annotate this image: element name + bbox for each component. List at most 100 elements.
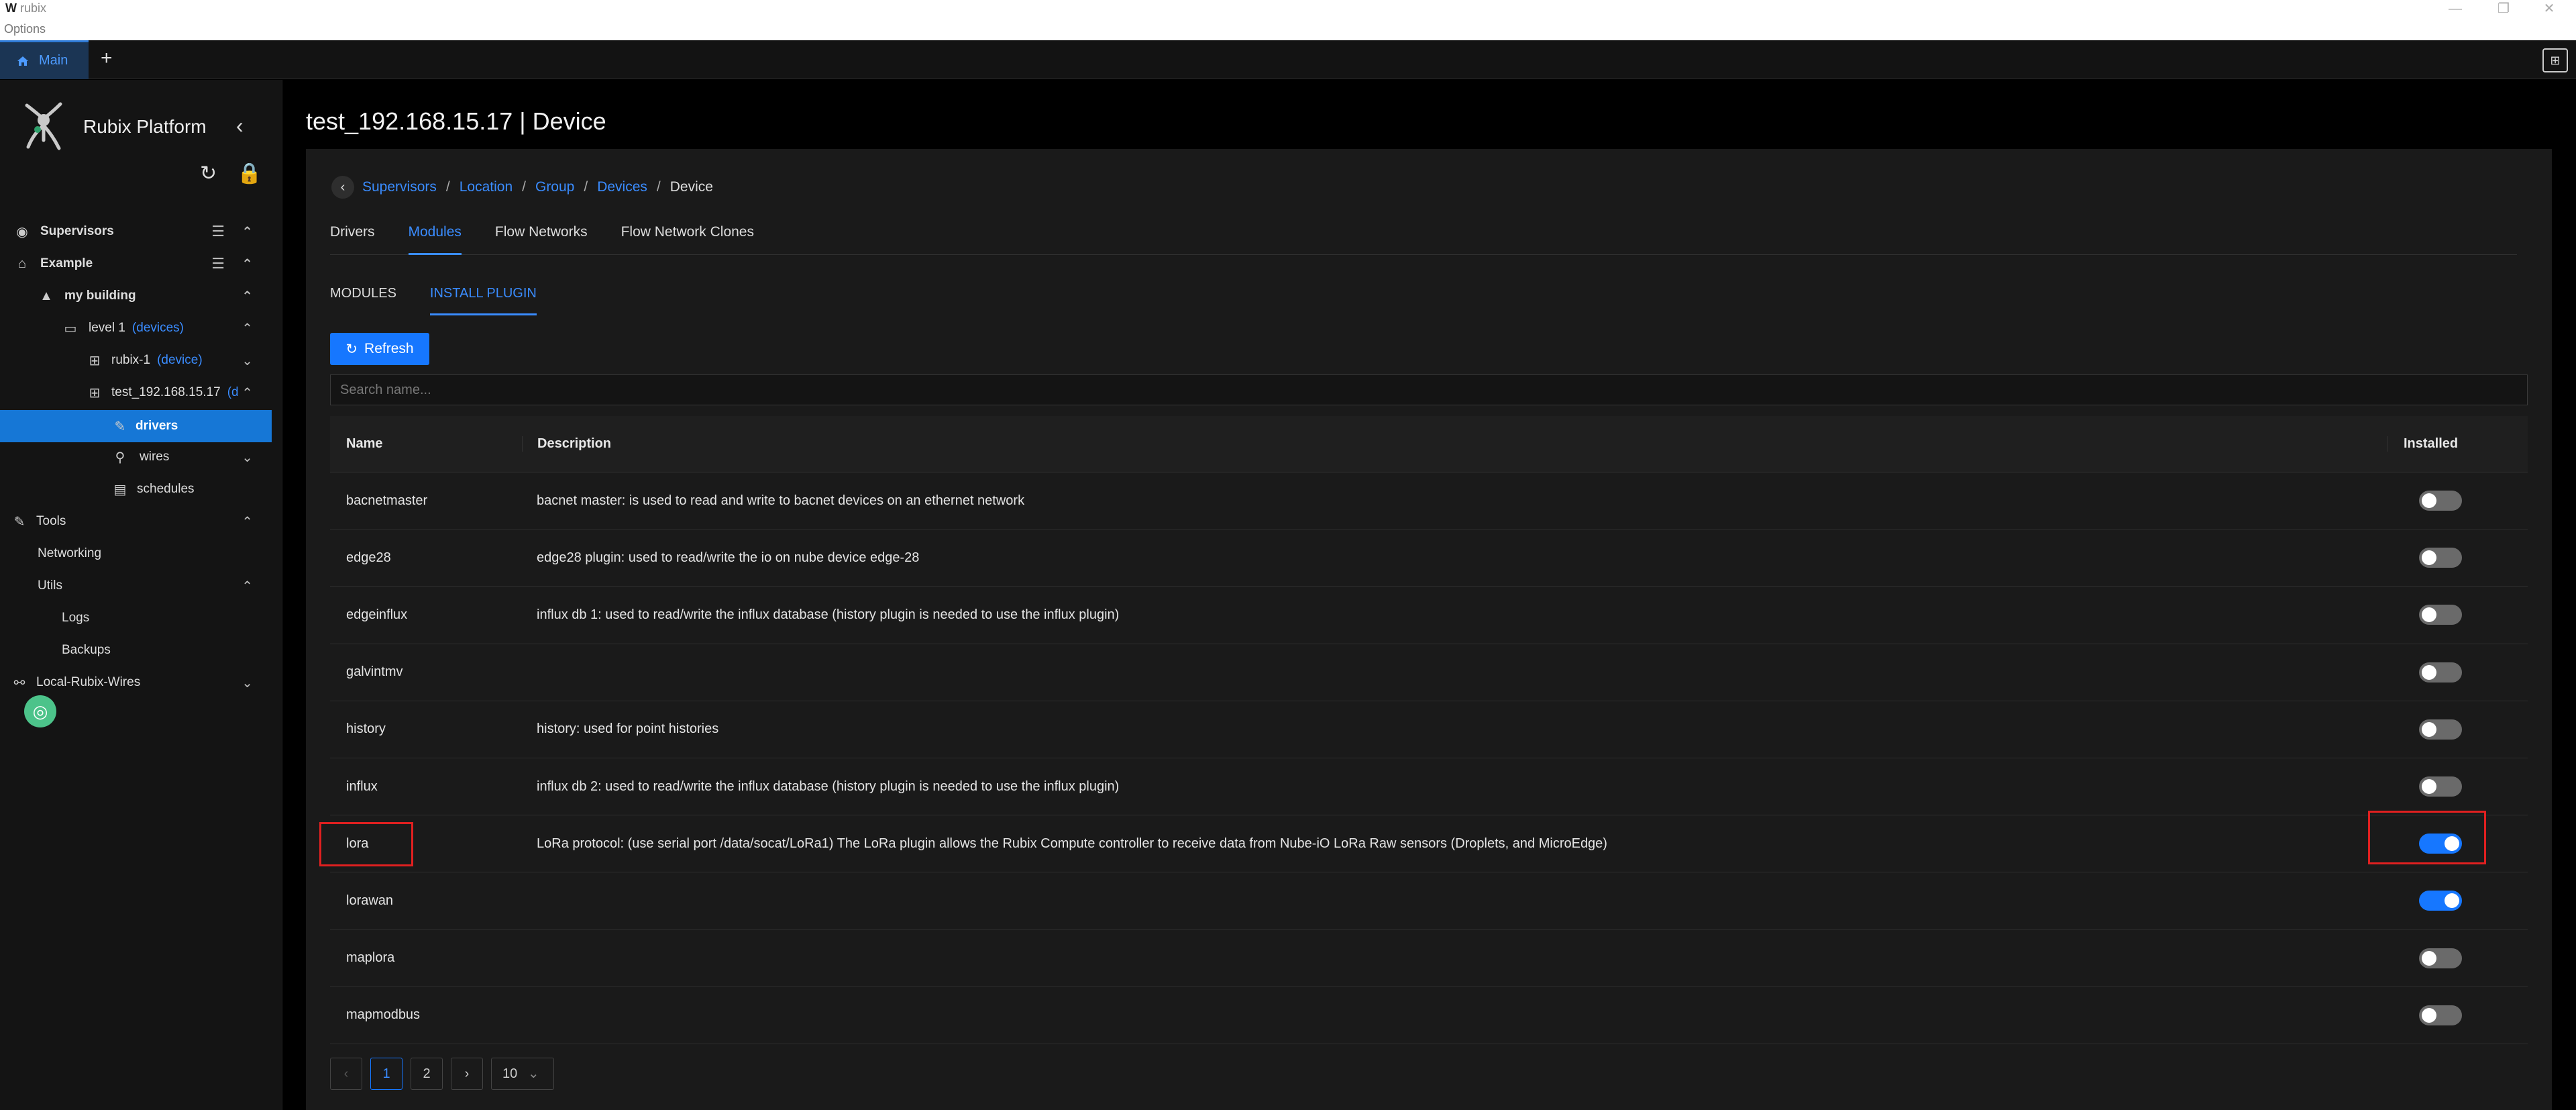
tree-item-backups[interactable]: Backups <box>0 634 272 666</box>
installed-cell <box>2387 948 2528 968</box>
home-icon <box>17 56 28 66</box>
layout-icon[interactable]: ⊞ <box>2542 48 2568 72</box>
app-name: rubix <box>20 1 47 15</box>
plugin-name: mapmodbus <box>346 1007 421 1023</box>
plugin-description: influx db 1: used to read/write the infl… <box>537 607 1120 622</box>
plugin-name: lorawan <box>346 893 394 908</box>
pagination-page-2[interactable]: 2 <box>411 1058 443 1090</box>
wrench-icon: ✎ <box>114 419 126 434</box>
tree-item-rubix-1[interactable]: ⊞ rubix-1 (device) ⌄ <box>0 344 272 376</box>
breadcrumb-location[interactable]: Location <box>460 179 513 195</box>
breadcrumb-separator: / <box>584 179 588 195</box>
tab-flow-network-clones[interactable]: Flow Network Clones <box>621 221 754 254</box>
brand-title: Rubix Platform <box>83 116 207 137</box>
highlight-box-lora-toggle <box>2368 811 2486 864</box>
breadcrumb: ‹ Supervisors / Location / Group / Devic… <box>331 176 713 199</box>
chevron-up-icon[interactable]: ⌃ <box>241 385 253 401</box>
installed-toggle[interactable] <box>2419 605 2462 625</box>
tab-modules-list[interactable]: MODULES <box>330 283 396 315</box>
chevron-up-icon[interactable]: ⌃ <box>241 288 253 305</box>
plugin-name: influx <box>346 778 378 794</box>
breadcrumb-group[interactable]: Group <box>535 179 574 195</box>
tree-item-wires[interactable]: ⚲ wires ⌄ <box>0 441 272 473</box>
chevron-up-icon[interactable]: ⌃ <box>241 256 253 272</box>
menu-icon[interactable]: ☰ <box>211 255 225 272</box>
plugin-description: influx db 2: used to read/write the infl… <box>537 778 1120 794</box>
tree-item-schedules[interactable]: ▤ schedules <box>0 473 272 505</box>
chevron-down-icon[interactable]: ⌄ <box>241 674 253 691</box>
refresh-icon: ↻ <box>345 341 358 357</box>
plugin-description: bacnet master: is used to read and write… <box>537 493 1025 508</box>
plugin-description: edge28 plugin: used to read/write the io… <box>537 550 920 565</box>
pagination-page-1[interactable]: 1 <box>370 1058 402 1090</box>
tree-item-my-building[interactable]: ▲ my building ⌃ <box>0 280 272 312</box>
chevron-down-icon[interactable]: ⌄ <box>241 449 253 466</box>
back-button[interactable]: ‹ <box>331 176 354 199</box>
app-logo-icon: W <box>5 1 17 15</box>
chevron-up-icon[interactable]: ⌃ <box>241 223 253 240</box>
plugin-name: history <box>346 721 386 737</box>
tab-modules[interactable]: Modules <box>408 221 462 255</box>
brand: Rubix Platform <box>20 100 207 154</box>
table-row: lorawan <box>330 872 2528 930</box>
pagination-prev-button[interactable]: ‹ <box>330 1058 362 1090</box>
tree-item-logs[interactable]: Logs <box>0 602 272 634</box>
refresh-button[interactable]: ↻ Refresh <box>330 333 429 365</box>
user-icon: ◎ <box>32 701 48 721</box>
menu-icon[interactable]: ☰ <box>211 223 225 240</box>
tree-item-test-device[interactable]: ⊞ test_192.168.15.17 (d ⌃ <box>0 376 272 409</box>
pagination-next-button[interactable]: › <box>451 1058 483 1090</box>
breadcrumb-separator: / <box>445 179 450 195</box>
window-titlebar: W rubix Options — ❐ ✕ <box>0 0 2576 40</box>
tab-drivers[interactable]: Drivers <box>330 221 375 254</box>
installed-toggle[interactable] <box>2419 948 2462 968</box>
installed-toggle[interactable] <box>2419 1005 2462 1025</box>
collapse-sidebar-button[interactable]: ‹ <box>236 113 244 138</box>
refresh-icon[interactable]: ↻ <box>200 162 217 185</box>
plugin-description: LoRa protocol: (use serial port /data/so… <box>537 836 1607 851</box>
chevron-down-icon[interactable]: ⌄ <box>241 352 253 369</box>
tree-item-networking[interactable]: Networking <box>0 538 272 570</box>
tree-item-drivers[interactable]: ✎ drivers <box>0 410 272 442</box>
table-row: history history: used for point histories <box>330 701 2528 758</box>
installed-cell <box>2387 776 2528 797</box>
installed-toggle[interactable] <box>2419 719 2462 740</box>
calendar-icon: ▤ <box>113 482 127 497</box>
breadcrumb-supervisors[interactable]: Supervisors <box>362 179 437 195</box>
tree-item-utils[interactable]: Utils ⌃ <box>0 570 272 602</box>
installed-toggle[interactable] <box>2419 662 2462 683</box>
tab-install-plugin[interactable]: INSTALL PLUGIN <box>429 283 537 315</box>
avatar[interactable]: ◎ <box>24 695 56 727</box>
installed-toggle[interactable] <box>2419 891 2462 911</box>
laptop-icon: ▭ <box>64 321 77 336</box>
plugin-table: Name Description Installed bacnetmaster b… <box>330 416 2528 1044</box>
minimize-icon[interactable]: — <box>2442 0 2469 19</box>
breadcrumb-devices[interactable]: Devices <box>597 179 647 195</box>
add-tab-button[interactable]: + <box>101 48 113 68</box>
tree-item-example[interactable]: ⌂ Example ☰ ⌃ <box>0 248 272 280</box>
tab-flow-networks[interactable]: Flow Networks <box>495 221 588 254</box>
chevron-up-icon[interactable]: ⌃ <box>241 578 253 595</box>
table-row: lora LoRa protocol: (use serial port /dat… <box>330 815 2528 873</box>
lock-icon[interactable]: 🔒 <box>237 162 262 185</box>
tab-main[interactable]: Main <box>0 40 89 79</box>
chevron-up-icon[interactable]: ⌃ <box>241 513 253 530</box>
table-row: edgeinflux influx db 1: used to read/writ… <box>330 587 2528 644</box>
refresh-label: Refresh <box>364 341 414 356</box>
installed-toggle[interactable] <box>2419 776 2462 797</box>
page-size-select[interactable]: 10 ⌄ <box>491 1058 554 1090</box>
installed-toggle[interactable] <box>2419 491 2462 511</box>
tree-item-tools[interactable]: ✎ Tools ⌃ <box>0 505 272 538</box>
close-icon[interactable]: ✕ <box>2536 0 2563 19</box>
tree-item-supervisors[interactable]: ◉ Supervisors ☰ ⌃ <box>0 215 272 248</box>
installed-toggle[interactable] <box>2419 548 2462 568</box>
plugin-name: edge28 <box>346 550 391 565</box>
maximize-icon[interactable]: ❐ <box>2490 0 2517 19</box>
tree-item-local-rubix-wires[interactable]: ⚯ Local-Rubix-Wires ⌄ <box>0 666 272 699</box>
menu-options[interactable]: Options <box>4 22 46 36</box>
tab-main-label: Main <box>39 53 68 68</box>
search-input[interactable] <box>330 374 2528 405</box>
chevron-up-icon[interactable]: ⌃ <box>241 320 253 337</box>
tree-item-level-1[interactable]: ▭ level 1 (devices) ⌃ <box>0 312 272 344</box>
sidebar: Rubix Platform ‹ ↻ 🔒 ◉ Supervisors ☰ ⌃ ⌂… <box>0 80 282 1110</box>
